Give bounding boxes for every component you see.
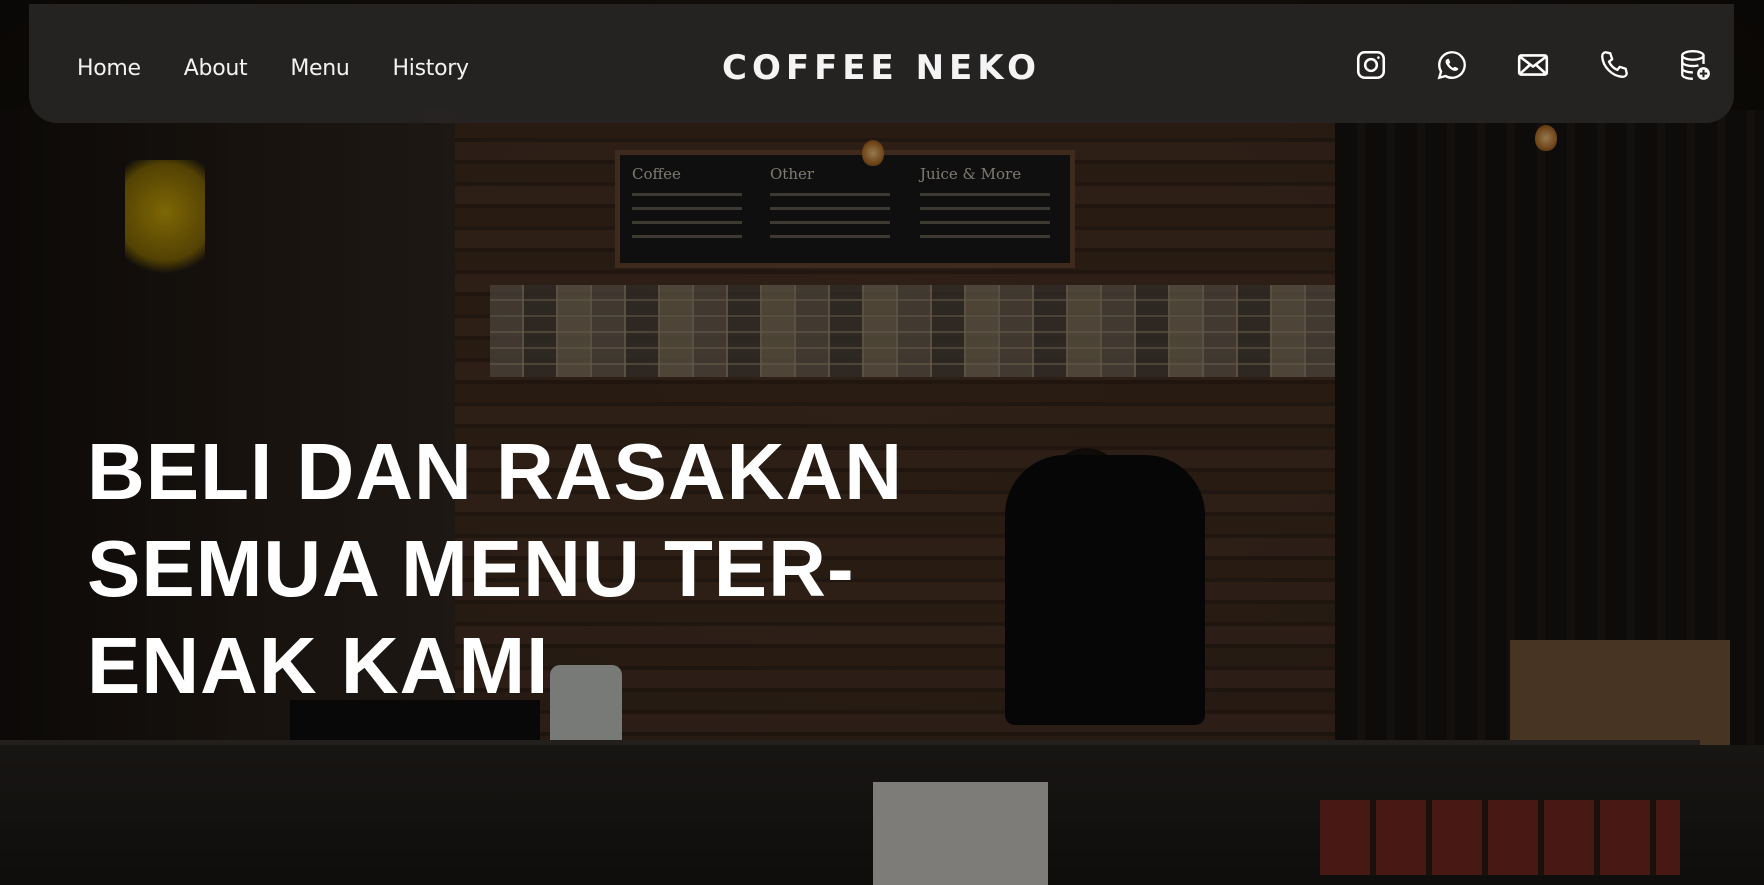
hero-headline: BELI DAN RASAKAN SEMUA MENU TER- ENAK KA…: [87, 423, 1067, 714]
hero-headline-line-2: SEMUA MENU TER-: [87, 524, 855, 613]
phone-icon[interactable]: [1597, 48, 1631, 82]
hero-headline-line-1: BELI DAN RASAKAN: [87, 427, 903, 516]
whatsapp-icon[interactable]: [1435, 48, 1469, 82]
hero-headline-line-3: ENAK KAMI: [87, 621, 550, 710]
database-add-icon[interactable]: [1678, 48, 1712, 82]
mail-icon[interactable]: [1516, 48, 1550, 82]
navbar: Home About Menu History COFFEE NEKO: [29, 4, 1734, 123]
nav-icons: [1307, 48, 1712, 82]
hero-section: Coffee Other Juice & More BELI DAN RASAK…: [0, 0, 1764, 885]
instagram-icon[interactable]: [1354, 48, 1388, 82]
